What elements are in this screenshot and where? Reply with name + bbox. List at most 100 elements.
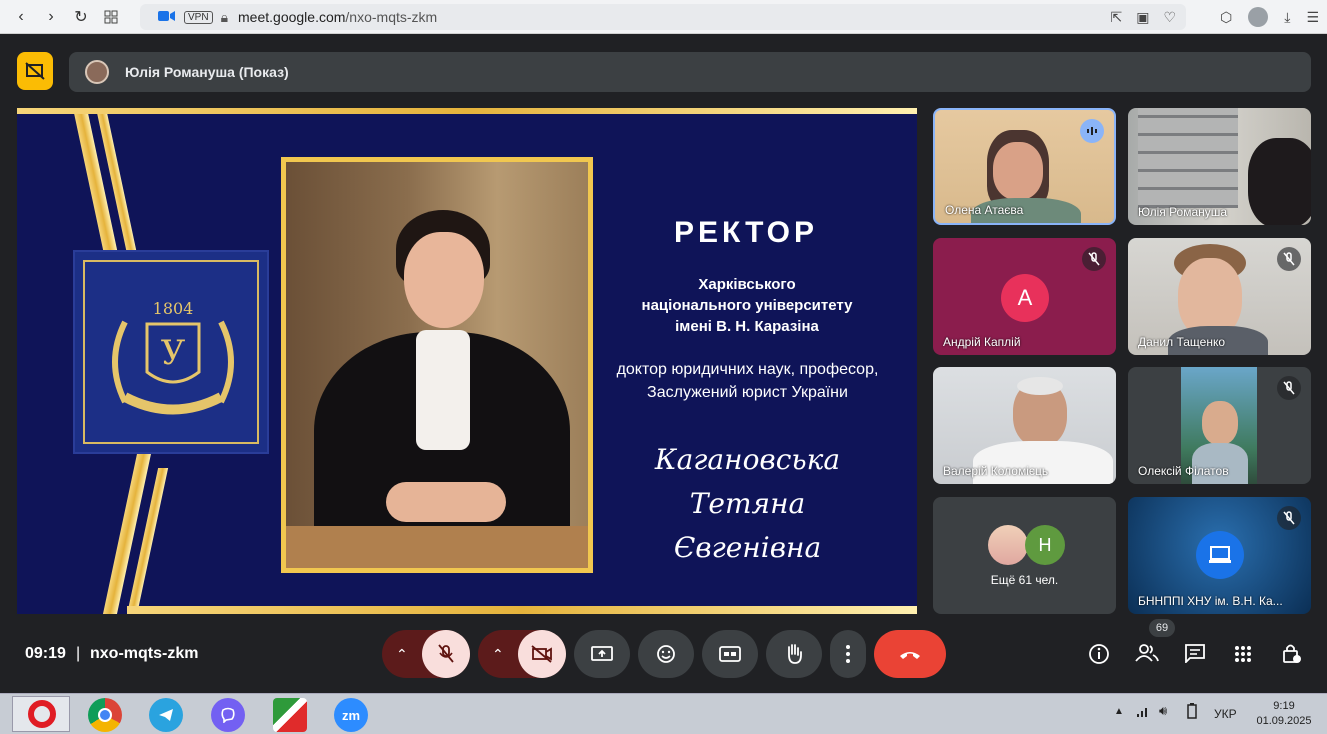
participant-initial-avatar: Н [1025,525,1065,565]
people-icon[interactable] [1135,643,1159,668]
presenter-avatar [85,60,109,84]
participant-tile[interactable]: БННППІ ХНУ ім. В.Н. Ка... [1128,497,1311,614]
activities-icon[interactable] [1234,645,1252,668]
mic-off-icon [1277,376,1301,400]
address-bar[interactable]: VPN 🔒︎ meet.google.com/nxo-mqts-zkm ⇱ ▣ … [140,4,1186,30]
svg-text:1804: 1804 [153,299,194,318]
settings-menu-icon[interactable]: ☰ [1306,9,1319,26]
raise-hand-button[interactable] [766,630,822,678]
profile-icon[interactable] [1248,7,1269,27]
mic-off-icon [438,644,454,663]
mic-options-chevron-icon[interactable]: ⌃ [396,646,408,663]
tray-expand-icon[interactable]: ▲ [1114,706,1124,717]
cc-icon [719,646,741,662]
vpn-badge[interactable]: VPN [184,10,213,24]
opera-taskbar-button[interactable] [12,696,70,732]
tabs-grid-icon[interactable] [96,2,126,32]
camera-site-icon [158,9,176,25]
participant-tile[interactable]: А Андрій Каплій [933,238,1116,355]
others-count: Ещё 61 чел. [990,573,1059,587]
participant-name: Олексій Філатов [1138,464,1229,478]
separator: | [76,645,81,662]
rector-photo [281,157,593,573]
degree-text: доктор юридичних наук, професор, Заслуже… [616,361,879,401]
share-icon[interactable]: ⇱ [1110,9,1122,26]
chat-icon[interactable] [1184,643,1206,668]
clock-date: 01.09.2025 [1256,715,1312,727]
university-logo: 1804 У [73,250,269,454]
computer-icon [1196,531,1244,579]
keyboard-language[interactable]: УКР [1214,707,1237,721]
stop-presenting-button[interactable] [17,52,53,90]
participant-name: БННППІ ХНУ ім. В.Н. Ка... [1138,594,1283,608]
participant-name: Юлія Романуша [1138,205,1228,219]
telegram-icon[interactable] [149,698,183,732]
others-tile[interactable]: Н Ещё 61 чел. [933,497,1116,614]
system-clock[interactable]: 9:19 01.09.2025 [1254,699,1314,729]
hand-icon [788,644,802,664]
gold-border-top [17,108,917,114]
mic-off-icon [1277,247,1301,271]
camera-options-chevron-icon[interactable]: ⌃ [492,646,504,663]
participant-tile[interactable]: Юлія Романуша [1128,108,1311,225]
lock-icon: 🔒︎ [220,8,229,25]
participant-initial-avatar: А [1001,274,1049,322]
network-icon[interactable] [1136,704,1150,723]
meeting-time: 09:19 [25,645,66,662]
meeting-controls: 09:19 | nxo-mqts-zkm ⌃ ⌃ 69 [0,619,1327,687]
zoom-icon[interactable]: zm [334,698,368,732]
participant-tile[interactable]: Валерій Коломієць [933,367,1116,484]
participant-name: Олена Атаєва [945,203,1024,217]
battery-icon[interactable] [1186,703,1198,724]
participant-avatar [988,525,1028,565]
leave-call-button[interactable] [874,630,946,678]
mic-toggle-button[interactable] [422,630,470,678]
present-screen-button[interactable] [574,630,630,678]
participant-name: Данил Тащенко [1138,335,1226,349]
reload-icon[interactable]: ↻ [66,2,96,32]
cube-icon[interactable]: ⬡ [1220,9,1232,26]
participant-tile[interactable]: Олексій Філатов [1128,367,1311,484]
more-options-button[interactable] [830,630,866,678]
url-domain: meet.google.com [238,9,346,25]
camera-toggle-button[interactable] [518,630,566,678]
gold-border-bottom [127,606,917,614]
chrome-icon[interactable] [88,698,122,732]
captions-button[interactable] [702,630,758,678]
university-name: Харківського національного університету … [641,276,853,335]
host-controls-icon[interactable] [1282,642,1302,669]
speaking-indicator-icon [1080,119,1104,143]
present-icon [591,646,613,661]
people-count-badge: 69 [1149,619,1175,637]
back-icon[interactable]: ‹ [6,2,36,32]
os-taskbar: zm ▲ 🔊︎ УКР 9:19 01.09.2025 [0,693,1327,734]
presenting-label: Юлія Романуша (Показ) [125,64,289,80]
camera-off-icon [531,645,552,663]
participant-name: Валерій Коломієць [943,464,1049,478]
heart-icon[interactable]: ♡ [1163,9,1176,26]
meeting-code: nxo-mqts-zkm [90,645,199,662]
app-icon[interactable] [273,698,307,732]
mic-off-icon [1082,247,1106,271]
participant-tile[interactable]: Данил Тащенко [1128,238,1311,355]
hang-up-icon [900,652,920,659]
rector-name: Кагановська Тетяна Євгенівна [654,443,841,564]
mic-off-icon [1277,506,1301,530]
volume-icon[interactable]: 🔊︎ [1159,703,1167,719]
slide-title: РЕКТОР [674,216,818,249]
browser-toolbar: ‹ › ↻ VPN 🔒︎ meet.google.com/nxo-mqts-zk… [0,0,1327,34]
download-icon[interactable]: ⤓ [1284,9,1290,26]
emoji-icon [657,645,675,663]
viber-icon[interactable] [211,698,245,732]
shared-screen: 1804 У РЕКТОР Харківського національного… [17,108,917,614]
meet-window: Юлія Романуша (Показ) 1804 У РЕКТОР Харк… [0,35,1327,693]
participant-name: Андрій Каплій [943,335,1021,349]
presenting-banner: Юлія Романуша (Показ) [69,52,1311,92]
mic-control-group: ⌃ [382,630,470,678]
forward-icon[interactable]: › [36,2,66,32]
snapshot-icon[interactable]: ▣ [1136,9,1149,26]
participant-tile[interactable]: Олена Атаєва [933,108,1116,225]
reactions-button[interactable] [638,630,694,678]
svg-text:У: У [161,333,186,373]
meeting-info-icon[interactable] [1088,643,1110,670]
